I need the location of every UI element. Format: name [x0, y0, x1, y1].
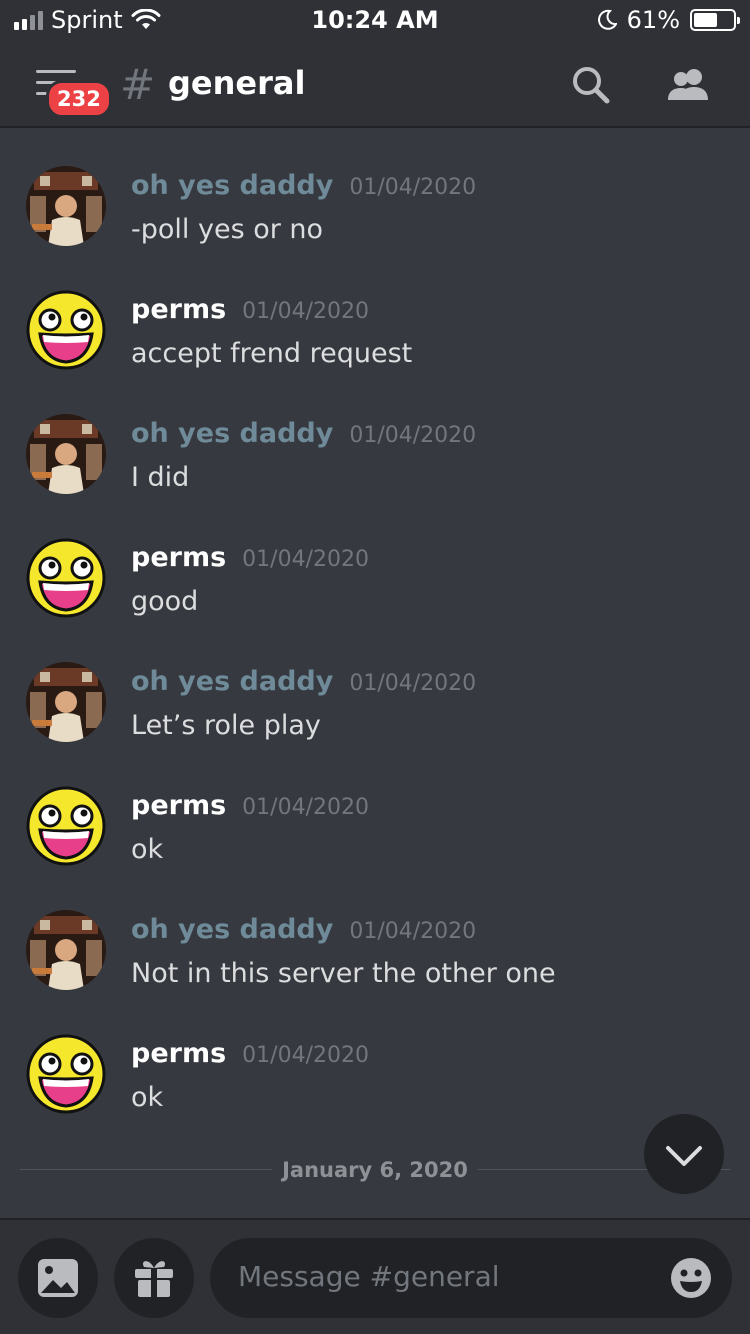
message-author[interactable]: perms 01/04/2020 — [131, 1038, 369, 1069]
message-item[interactable]: oh yes daddy 01/04/2020 -poll yes or no — [0, 130, 750, 246]
message-item[interactable]: oh yes daddy 01/04/2020 I did — [0, 378, 750, 494]
message-item[interactable]: perms 01/04/2020 accept frend request — [0, 254, 750, 370]
message-timestamp: 01/04/2020 — [349, 423, 477, 448]
message-text: ok — [131, 1082, 164, 1113]
message-timestamp: 01/04/2020 — [349, 671, 477, 696]
avatar[interactable] — [26, 786, 106, 866]
battery-icon — [690, 9, 740, 31]
message-input[interactable]: Message #general — [210, 1238, 732, 1318]
gift-icon — [135, 1261, 173, 1297]
message-timestamp: 01/04/2020 — [242, 299, 369, 324]
message-text: I did — [131, 462, 190, 493]
message-item[interactable]: perms 01/04/2020 good — [0, 502, 750, 618]
channel-name[interactable]: general — [168, 64, 305, 102]
message-item[interactable]: oh yes daddy 01/04/2020 Not in this serve… — [0, 874, 750, 990]
message-text: accept frend request — [131, 338, 413, 369]
scroll-to-bottom-button[interactable] — [644, 1114, 724, 1194]
message-composer: Message #general — [0, 1218, 750, 1334]
search-icon — [573, 67, 610, 104]
author-name[interactable]: perms — [131, 790, 226, 821]
mention-badge: 232 — [46, 80, 112, 118]
author-name[interactable]: oh yes daddy — [131, 418, 333, 449]
message-author[interactable]: perms 01/04/2020 — [131, 542, 369, 573]
date-divider: January 6, 2020 — [20, 1150, 730, 1190]
emoji-button[interactable] — [670, 1257, 712, 1299]
message-text: Let’s role play — [131, 710, 321, 741]
avatar[interactable] — [26, 414, 106, 494]
author-name[interactable]: oh yes daddy — [131, 666, 333, 697]
message-timestamp: 01/04/2020 — [242, 1043, 369, 1068]
avatar[interactable] — [26, 290, 106, 370]
author-name[interactable]: oh yes daddy — [131, 914, 333, 945]
moon-icon — [597, 9, 617, 30]
avatar[interactable] — [26, 910, 106, 990]
message-text: good — [131, 586, 199, 617]
message-text: -poll yes or no — [131, 214, 324, 245]
author-name[interactable]: perms — [131, 294, 226, 325]
message-author[interactable]: oh yes daddy 01/04/2020 — [131, 666, 476, 697]
message-author[interactable]: perms 01/04/2020 — [131, 790, 369, 821]
author-name[interactable]: perms — [131, 542, 226, 573]
avatar[interactable] — [26, 166, 106, 246]
channel-header: 232 # general — [0, 42, 750, 128]
message-author[interactable]: oh yes daddy 01/04/2020 — [131, 170, 476, 201]
avatar[interactable] — [26, 662, 106, 742]
message-item[interactable]: perms 01/04/2020 ok — [0, 998, 750, 1114]
members-button[interactable] — [662, 64, 714, 108]
avatar[interactable] — [26, 1034, 106, 1114]
message-item[interactable]: oh yes daddy 01/04/2020 Let’s role play — [0, 626, 750, 742]
gift-button[interactable] — [114, 1238, 194, 1318]
message-timestamp: 01/04/2020 — [349, 919, 477, 944]
status-bar: Sprint 10:24 AM 61% — [0, 0, 750, 42]
chevron-down-icon — [666, 1146, 702, 1166]
status-right: 61% — [597, 6, 740, 34]
battery-percent: 61% — [626, 6, 680, 34]
message-author[interactable]: oh yes daddy 01/04/2020 — [131, 418, 476, 449]
message-author[interactable]: perms 01/04/2020 — [131, 294, 369, 325]
message-timestamp: 01/04/2020 — [349, 175, 477, 200]
message-item[interactable]: perms 01/04/2020 ok — [0, 750, 750, 866]
message-author[interactable]: oh yes daddy 01/04/2020 — [131, 914, 476, 945]
message-list[interactable]: oh yes daddy 01/04/2020 -poll yes or no p… — [0, 130, 750, 1218]
author-name[interactable]: oh yes daddy — [131, 170, 333, 201]
message-text: Not in this server the other one — [131, 958, 556, 989]
author-name[interactable]: perms — [131, 1038, 226, 1069]
message-text: ok — [131, 834, 164, 865]
message-timestamp: 01/04/2020 — [242, 795, 369, 820]
image-upload-button[interactable] — [18, 1238, 98, 1318]
message-input-placeholder: Message #general — [238, 1260, 500, 1293]
avatar[interactable] — [26, 538, 106, 618]
message-timestamp: 01/04/2020 — [242, 547, 369, 572]
hash-icon: # — [120, 60, 156, 109]
emoji-icon — [671, 1258, 711, 1298]
image-icon — [38, 1259, 78, 1297]
members-icon — [668, 69, 708, 100]
date-divider-label: January 6, 2020 — [282, 1158, 468, 1182]
search-button[interactable] — [570, 64, 614, 108]
